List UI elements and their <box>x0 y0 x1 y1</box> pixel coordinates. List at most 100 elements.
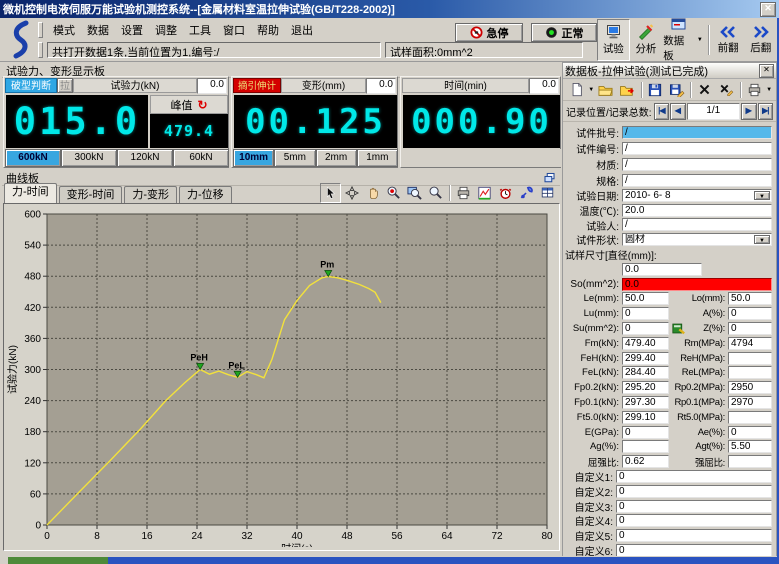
print-button[interactable] <box>744 80 765 100</box>
range-button-60kN[interactable]: 60kN <box>173 149 229 167</box>
zoom-in-tool-button[interactable] <box>383 183 404 203</box>
field-input[interactable] <box>728 352 772 365</box>
record-prev-button[interactable]: ◀ <box>670 103 686 120</box>
test-button[interactable]: 试验 <box>597 19 630 61</box>
field-input[interactable]: 0 <box>616 500 772 513</box>
open-button[interactable] <box>595 80 616 100</box>
probe-tool-button[interactable] <box>516 183 537 203</box>
field-input[interactable]: 50.0 <box>728 292 772 305</box>
curve-options-tool-button[interactable] <box>474 183 495 203</box>
range-button-300kN[interactable]: 300kN <box>61 149 117 167</box>
field-input[interactable]: 0 <box>728 426 772 439</box>
record-first-button[interactable]: |◀ <box>654 103 670 120</box>
field-input[interactable]: 2950 <box>728 381 772 394</box>
menu-item-5[interactable]: 工具 <box>183 21 217 39</box>
menu-item-8[interactable]: 退出 <box>285 21 319 39</box>
field-input[interactable]: 479.40 <box>622 337 669 350</box>
databoard-button[interactable]: 数据板 <box>662 19 695 61</box>
export-button[interactable] <box>617 80 638 100</box>
field-input[interactable]: 0 <box>616 485 772 498</box>
field-input[interactable]: 0 <box>616 529 772 542</box>
datasheet-close-button[interactable]: ✕ <box>759 64 774 78</box>
field-input[interactable]: 0 <box>622 322 669 335</box>
tab-力-时间[interactable]: 力-时间 <box>4 183 57 203</box>
field-input[interactable]: 4794 <box>728 337 772 350</box>
print-dropdown-arrow[interactable]: ▼ <box>766 87 772 93</box>
field-input[interactable] <box>728 366 772 379</box>
menu-item-2[interactable]: 数据 <box>81 21 115 39</box>
save-button[interactable] <box>645 80 666 100</box>
range-button-600kN[interactable]: 600kN <box>5 149 61 167</box>
delete-button[interactable] <box>694 80 715 100</box>
dropdown-field[interactable]: 2010- 6- 8▼ <box>622 189 772 202</box>
save-as-button[interactable] <box>666 80 687 100</box>
estop-button[interactable]: 急停 <box>455 23 523 42</box>
dropdown-arrow-icon[interactable]: ▼ <box>754 191 770 200</box>
page-prev-button[interactable]: 前翻 <box>712 19 745 61</box>
field-input[interactable]: 2970 <box>728 396 772 409</box>
diameter-input[interactable]: 0.0 <box>622 263 702 276</box>
field-input[interactable]: / <box>622 158 772 171</box>
data-table-tool-button[interactable] <box>537 183 558 203</box>
field-input[interactable]: / <box>622 218 772 231</box>
move-tool-button[interactable] <box>341 183 362 203</box>
field-input[interactable]: 50.0 <box>622 292 669 305</box>
field-input[interactable]: / <box>622 174 772 187</box>
record-next-button[interactable]: ▶ <box>741 103 757 120</box>
dropdown-field[interactable]: 圆材▼ <box>622 233 772 246</box>
tab-力-位移[interactable]: 力-位移 <box>179 186 232 204</box>
tab-力-变形[interactable]: 力-变形 <box>124 186 177 204</box>
range-button-2mm[interactable]: 2mm <box>316 149 357 167</box>
menu-item-7[interactable]: 帮助 <box>251 21 285 39</box>
field-input[interactable]: 20.0 <box>622 204 772 217</box>
cursor-tool-button[interactable] <box>320 183 341 203</box>
zoom-window-tool-button[interactable] <box>404 183 425 203</box>
field-input[interactable] <box>728 455 772 468</box>
field-input[interactable]: 0 <box>616 514 772 527</box>
field-input[interactable] <box>728 411 772 424</box>
analyze-button[interactable]: 分析 <box>630 19 663 61</box>
databoard-dropdown-arrow[interactable]: ▼ <box>697 37 703 43</box>
field-input[interactable]: 5.50 <box>728 440 772 453</box>
tab-变形-时间[interactable]: 变形-时间 <box>59 186 123 204</box>
field-input[interactable]: 0 <box>622 426 669 439</box>
break-judge-button[interactable]: 破型判断 <box>5 78 57 93</box>
field-input[interactable]: 297.30 <box>622 396 669 409</box>
menu-item-6[interactable]: 窗口 <box>217 21 251 39</box>
field-input[interactable]: 299.40 <box>622 352 669 365</box>
field-input[interactable]: 0 <box>728 307 772 320</box>
field-input[interactable]: 0 <box>616 470 772 483</box>
normal-status-button[interactable]: 正常 <box>531 23 597 42</box>
field-input[interactable]: / <box>622 126 772 139</box>
range-button-10mm[interactable]: 10mm <box>233 149 274 167</box>
field-input[interactable]: 0 <box>622 307 669 320</box>
field-input[interactable]: 0.62 <box>622 455 669 468</box>
dropdown-arrow-icon[interactable]: ▼ <box>754 235 770 244</box>
window-close-button[interactable]: ✕ <box>760 2 776 17</box>
delete-record-button[interactable] <box>716 80 737 100</box>
menu-item-4[interactable]: 调整 <box>149 21 183 39</box>
range-button-120kN[interactable]: 120kN <box>117 149 173 167</box>
calculator-icon[interactable] <box>672 322 685 335</box>
so-area-field[interactable]: 0.0 <box>622 278 772 291</box>
new-record-dropdown-arrow[interactable]: ▼ <box>588 87 594 93</box>
peak-reset-icon[interactable]: ↻ <box>197 99 207 111</box>
field-input[interactable]: 284.40 <box>622 366 669 379</box>
field-input[interactable]: / <box>622 142 772 155</box>
timer-tool-button[interactable] <box>495 183 516 203</box>
new-record-button[interactable] <box>566 80 587 100</box>
zoom-out-tool-button[interactable] <box>425 183 446 203</box>
menu-item-1[interactable]: 模式 <box>47 21 81 39</box>
field-input[interactable]: 295.20 <box>622 381 669 394</box>
print-tool-button[interactable] <box>453 183 474 203</box>
page-next-button[interactable]: 后翻 <box>744 19 777 61</box>
range-button-5mm[interactable]: 5mm <box>274 149 315 167</box>
range-button-1mm[interactable]: 1mm <box>357 149 398 167</box>
tension-mode-button[interactable]: 拉 <box>57 78 73 93</box>
record-last-button[interactable]: ▶| <box>758 103 774 120</box>
extensometer-button[interactable]: 摘引伸计 <box>233 78 281 93</box>
field-input[interactable]: 299.10 <box>622 411 669 424</box>
pan-tool-button[interactable] <box>362 183 383 203</box>
field-input[interactable]: 0 <box>728 322 772 335</box>
menu-item-3[interactable]: 设置 <box>115 21 149 39</box>
